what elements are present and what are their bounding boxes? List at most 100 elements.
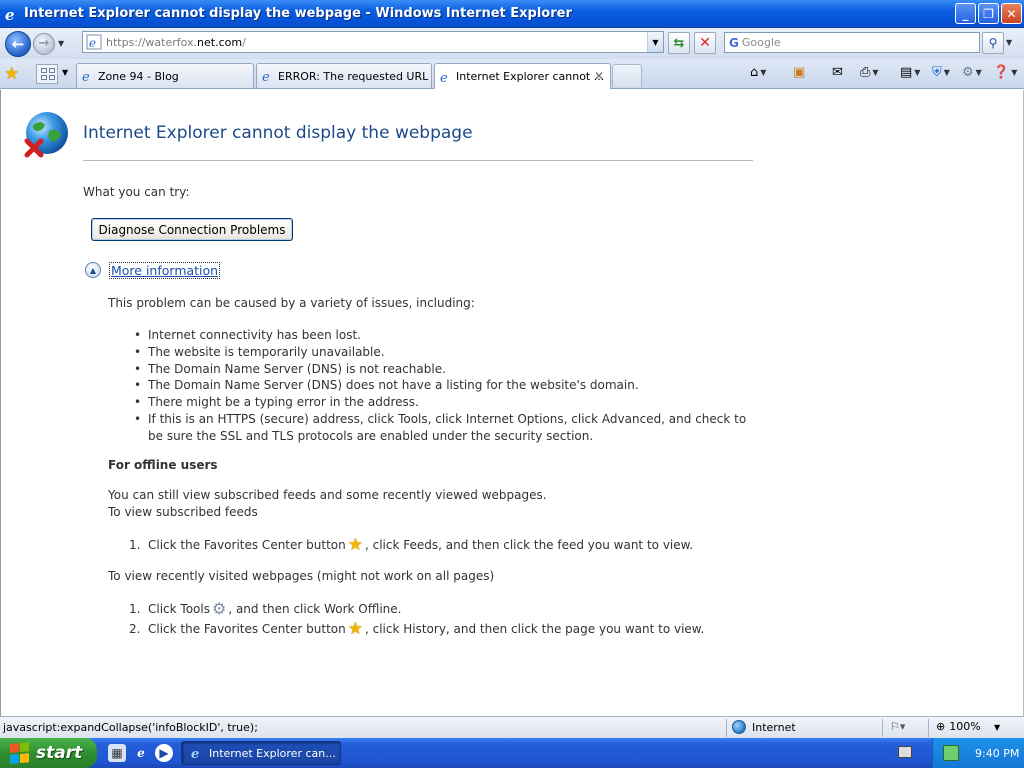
media-player-icon[interactable]: ▶ [155,744,173,762]
tab-bar: ★ ▼ e Zone 94 - Blog e ERROR: The reques… [0,59,1024,89]
address-dropdown-icon[interactable]: ▼ [647,32,663,52]
star-icon: ★ [347,619,363,639]
list-item: The Domain Name Server (DNS) is not reac… [134,361,754,378]
list-item: 1. Click Tools ⚙ , and then click Work O… [129,599,402,618]
stop-button[interactable]: ✕ [694,32,716,54]
recent-pages-intro: To view recently visited webpages (might… [108,569,495,583]
tab-label: Zone 94 - Blog [98,69,179,83]
minimize-button[interactable]: _ [955,3,976,24]
subscribed-feeds-intro: To view subscribed feeds [108,505,258,519]
ie-page-icon: e [262,70,270,83]
network-icon[interactable] [943,745,959,761]
tools-menu-button[interactable]: ⚙ ▼ [962,65,982,80]
problem-intro: This problem can be caused by a variety … [108,296,475,310]
safety-menu-button[interactable]: ⛨ ▼ [932,65,950,80]
offline-description: You can still view subscribed feeds and … [108,488,547,502]
favorites-center-star-icon[interactable]: ★ [4,64,19,84]
feeds-button[interactable]: ▣ [793,65,805,80]
ie-page-icon: e [82,70,90,83]
more-information-link[interactable]: More information [108,261,221,279]
start-button[interactable]: start [0,738,97,768]
list-item: The website is temporarily unavailable. [134,344,754,361]
tab-zone94-blog[interactable]: e Zone 94 - Blog [76,63,254,88]
ie-logo-icon: e [191,747,199,760]
close-button[interactable]: ✕ [1001,3,1022,24]
zone-label: Internet [752,720,796,734]
list-item: There might be a typing error in the add… [134,394,754,411]
tab-label: ERROR: The requested URL ... [278,69,432,83]
svg-text:e: e [89,36,96,50]
gear-icon: ⚙ [211,599,227,618]
keyboard-icon[interactable] [898,746,912,758]
system-tray: 9:40 PM [932,738,1024,768]
zoom-icon: ⊕ [936,720,946,733]
svg-text:e: e [5,6,15,22]
page-content: Internet Explorer cannot display the web… [0,90,1024,716]
clock[interactable]: 9:40 PM [975,747,1019,760]
page-title: Internet Explorer cannot display the web… [83,123,473,143]
diagnose-connection-button[interactable]: Diagnose Connection Problems [91,218,293,241]
tab-label: Internet Explorer cannot ... [456,70,605,83]
start-label: start [36,743,83,763]
list-item: 2. Click the Favorites Center button ★ ,… [129,619,705,639]
gear-icon: ⚙ [962,65,974,80]
search-button[interactable]: ⚲ [982,32,1004,54]
windows-logo-icon [10,742,30,764]
navigation-bar: ← → ▼ e https://waterfox.net.com/ ▼ ⇆ ✕ … [0,28,1024,59]
arrow-right-icon: → [38,36,50,51]
status-bar: javascript:expandCollapse('infoBlockID',… [0,716,1024,738]
read-mail-button[interactable]: ✉ [832,65,843,80]
page-icon: ▤ [900,65,913,80]
status-separator [726,719,727,737]
tab-error-url[interactable]: e ERROR: The requested URL ... [256,63,432,88]
protected-mode-icon[interactable]: ⚐▾ [890,720,905,733]
zoom-control[interactable]: ⊕ 100% [936,720,981,733]
window-controls: _ ❐ ✕ [955,3,1022,24]
collapse-up-icon[interactable]: ▲ [85,262,101,278]
arrow-left-icon: ← [11,34,25,53]
home-button[interactable]: ⌂ ▼ [750,65,766,80]
offline-heading: For offline users [108,458,218,472]
forward-button[interactable]: → [33,32,55,55]
refresh-icon: ⇆ [673,35,685,51]
zoom-level: 100% [949,720,981,733]
taskbar-item-label: Internet Explorer can... [209,746,336,760]
print-button[interactable]: ⎙ ▼ [860,65,879,80]
ie-quicklaunch-icon[interactable]: e [132,744,150,762]
back-button[interactable]: ← [5,30,31,57]
home-icon: ⌂ [750,65,759,80]
svg-text:e: e [440,71,448,84]
search-box[interactable]: G Google [724,32,980,53]
svg-text:e: e [82,70,90,83]
mail-icon: ✉ [832,65,843,80]
title-bar: e Internet Explorer cannot display the w… [0,0,1024,28]
list-item: The Domain Name Server (DNS) does not ha… [134,377,754,394]
feeds-icon: ▣ [793,65,806,80]
feeds-steps: 1. Click the Favorites Center button ★ ,… [129,536,693,554]
tab-list-dropdown-icon[interactable]: ▼ [62,68,68,77]
refresh-button[interactable]: ⇆ [668,32,690,54]
star-icon: ★ [347,535,363,555]
tab-close-icon[interactable]: ✕ [594,69,604,83]
quick-tabs-icon[interactable] [36,64,58,84]
ie-logo-icon: e [5,6,15,22]
taskbar-item-ie[interactable]: e Internet Explorer can... [181,741,341,765]
address-text: https://waterfox.net.com/ [106,35,246,49]
page-menu-button[interactable]: ▤ ▼ [900,65,920,80]
show-desktop-icon[interactable]: ▦ [108,744,126,762]
new-tab-button[interactable] [612,64,642,87]
zoom-dropdown-icon[interactable]: ▼ [994,723,1000,732]
security-zone[interactable]: Internet [732,720,796,734]
status-separator [882,719,883,737]
history-dropdown-icon[interactable]: ▼ [58,39,68,48]
address-bar[interactable]: e https://waterfox.net.com/ ▼ [82,31,664,53]
search-options-dropdown-icon[interactable]: ▼ [1006,38,1012,47]
issues-list: Internet connectivity has been lost. The… [134,327,754,445]
tab-ie-cannot-display[interactable]: e Internet Explorer cannot ... ✕ [434,63,611,89]
help-menu-button[interactable]: ❓ ▼ [993,65,1017,80]
restore-button[interactable]: ❐ [978,3,999,24]
help-icon: ❓ [993,65,1010,80]
more-information-toggle[interactable]: ▲ More information [85,261,221,279]
search-placeholder: Google [741,36,781,49]
google-icon: G [729,35,739,50]
